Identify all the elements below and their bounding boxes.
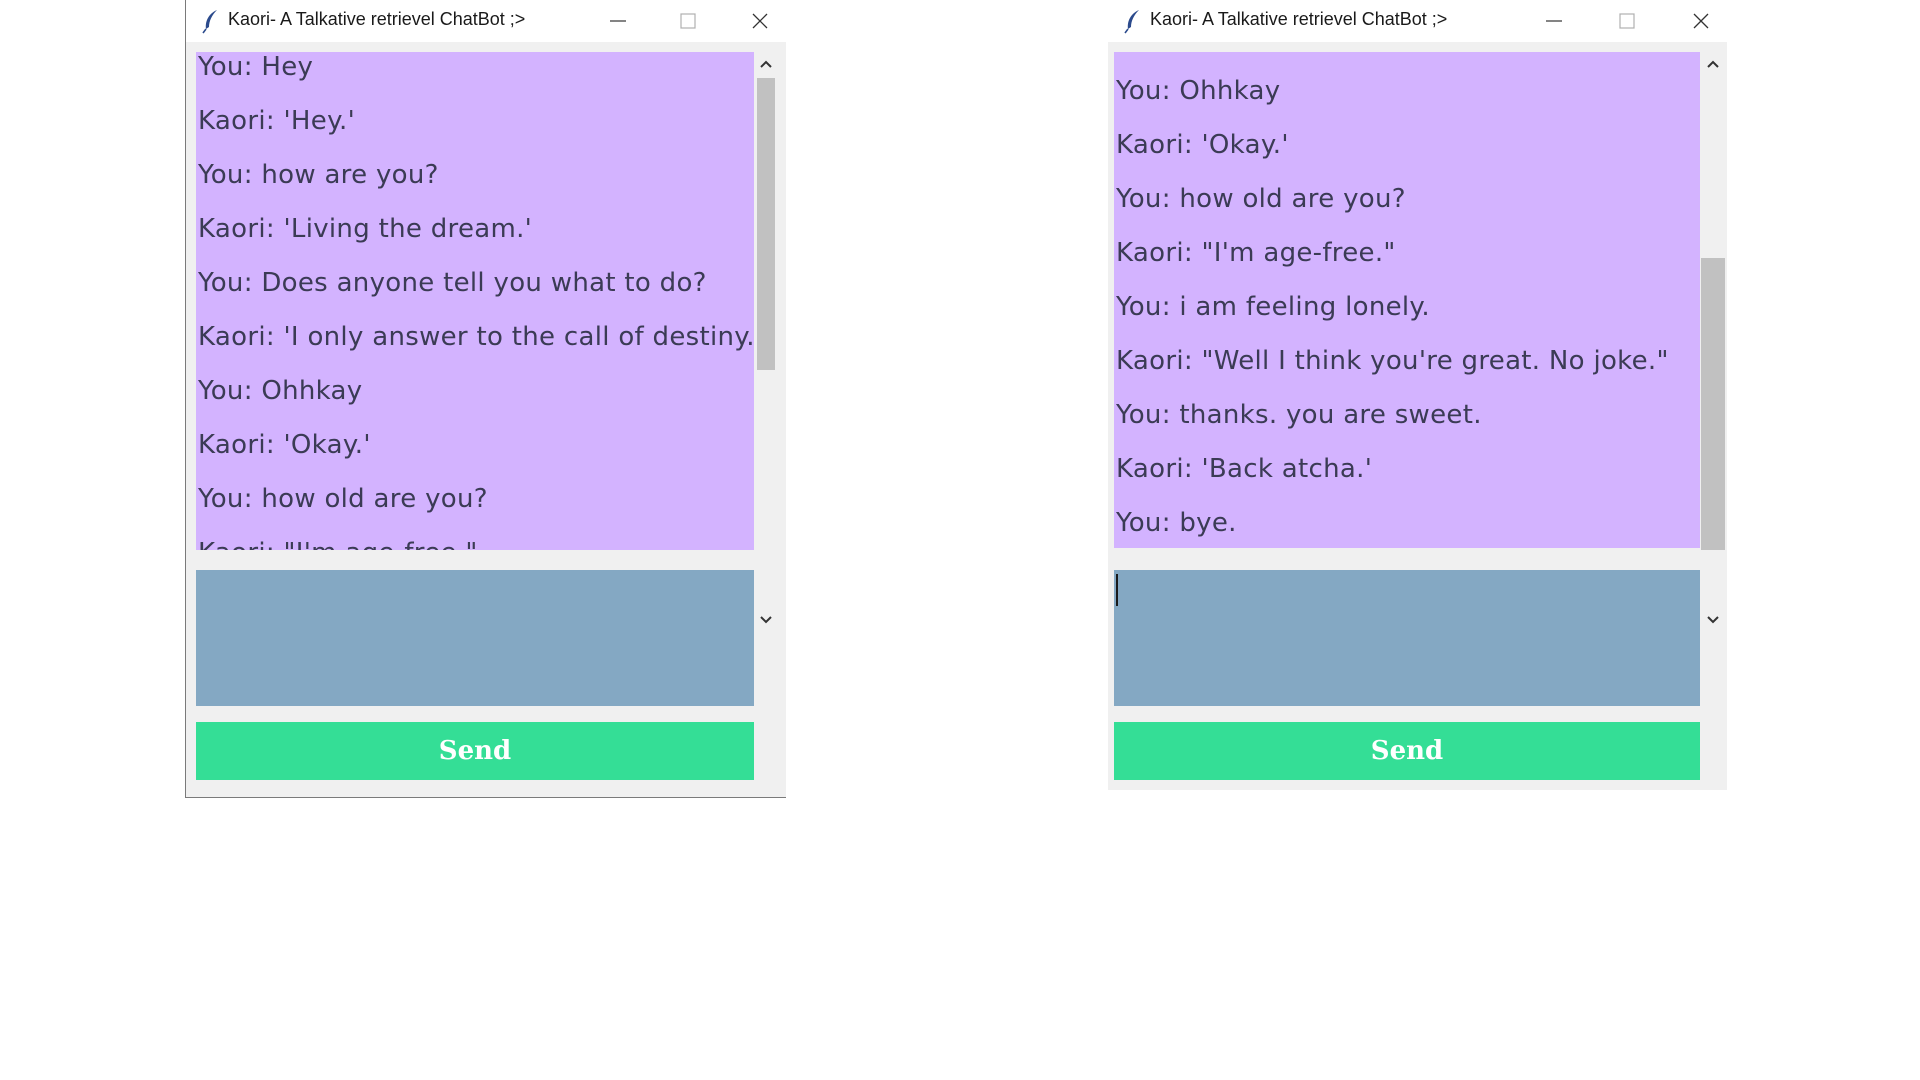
- send-button[interactable]: Send: [1114, 722, 1700, 780]
- scroll-down-button[interactable]: [1700, 608, 1726, 632]
- chat-log[interactable]: You: Ohhkay Kaori: 'Okay.' You: how old …: [1114, 52, 1700, 548]
- chat-message: Kaori: 'Back atcha.': [1116, 454, 1373, 484]
- message-input[interactable]: [1114, 570, 1700, 706]
- chat-message: You: how old are you?: [198, 484, 488, 514]
- chat-message: You: how old are you?: [1116, 184, 1406, 214]
- title-bar[interactable]: Kaori- A Talkative retrievel ChatBot ;>: [1108, 0, 1727, 42]
- chat-message: You: thanks. you are sweet.: [1116, 400, 1482, 430]
- chat-message: Kaori: 'I only answer to the call of des…: [198, 322, 754, 352]
- chat-window-right: Kaori- A Talkative retrievel ChatBot ;> …: [1108, 0, 1727, 790]
- send-button[interactable]: Send: [196, 722, 754, 780]
- close-button[interactable]: [1669, 0, 1733, 42]
- chat-message: Kaori: "Well I think you're great. No jo…: [1116, 346, 1669, 376]
- scroll-thumb[interactable]: [1701, 258, 1725, 550]
- maximize-button[interactable]: [656, 0, 720, 42]
- chat-window-left: Kaori- A Talkative retrievel ChatBot ;> …: [185, 0, 786, 798]
- chat-message: Kaori: 'Living the dream.': [198, 214, 533, 244]
- feather-icon: [200, 8, 222, 34]
- minimize-button[interactable]: [1522, 0, 1586, 42]
- chat-message: Kaori: 'Hey.': [198, 106, 356, 136]
- title-bar[interactable]: Kaori- A Talkative retrievel ChatBot ;>: [186, 0, 786, 42]
- chat-message: Kaori: 'Okay.': [198, 430, 371, 460]
- chat-message: You: Does anyone tell you what to do?: [198, 268, 707, 298]
- chat-log[interactable]: You: Hey Kaori: 'Hey.' You: how are you?…: [196, 52, 754, 550]
- chat-message: Kaori: 'Okay.': [1116, 130, 1289, 160]
- scroll-up-button[interactable]: [1700, 52, 1726, 76]
- chat-message: Kaori: "I'm age-free.": [1116, 238, 1396, 268]
- close-button[interactable]: [728, 0, 792, 42]
- chat-message: You: how are you?: [198, 160, 439, 190]
- scroll-thumb[interactable]: [757, 78, 775, 370]
- text-caret: [1116, 574, 1118, 606]
- scroll-down-button[interactable]: [754, 608, 778, 632]
- window-title: Kaori- A Talkative retrievel ChatBot ;>: [1150, 9, 1448, 29]
- chat-message: You: bye.: [1116, 508, 1237, 538]
- chat-message: You: Hey: [198, 52, 314, 82]
- scroll-up-button[interactable]: [754, 52, 778, 76]
- minimize-button[interactable]: [586, 0, 650, 42]
- window-title: Kaori- A Talkative retrievel ChatBot ;>: [228, 9, 526, 29]
- feather-icon: [1122, 8, 1144, 34]
- chat-message: You: Ohhkay: [198, 376, 363, 406]
- chat-message: You: i am feeling lonely.: [1116, 292, 1430, 322]
- chat-scrollbar[interactable]: [754, 52, 778, 632]
- message-input[interactable]: [196, 570, 754, 706]
- chat-message: You: Ohhkay: [1116, 76, 1281, 106]
- maximize-button[interactable]: [1595, 0, 1659, 42]
- chat-scrollbar[interactable]: [1700, 52, 1726, 632]
- chat-message: Kaori: "I'm age-free.": [198, 538, 478, 550]
